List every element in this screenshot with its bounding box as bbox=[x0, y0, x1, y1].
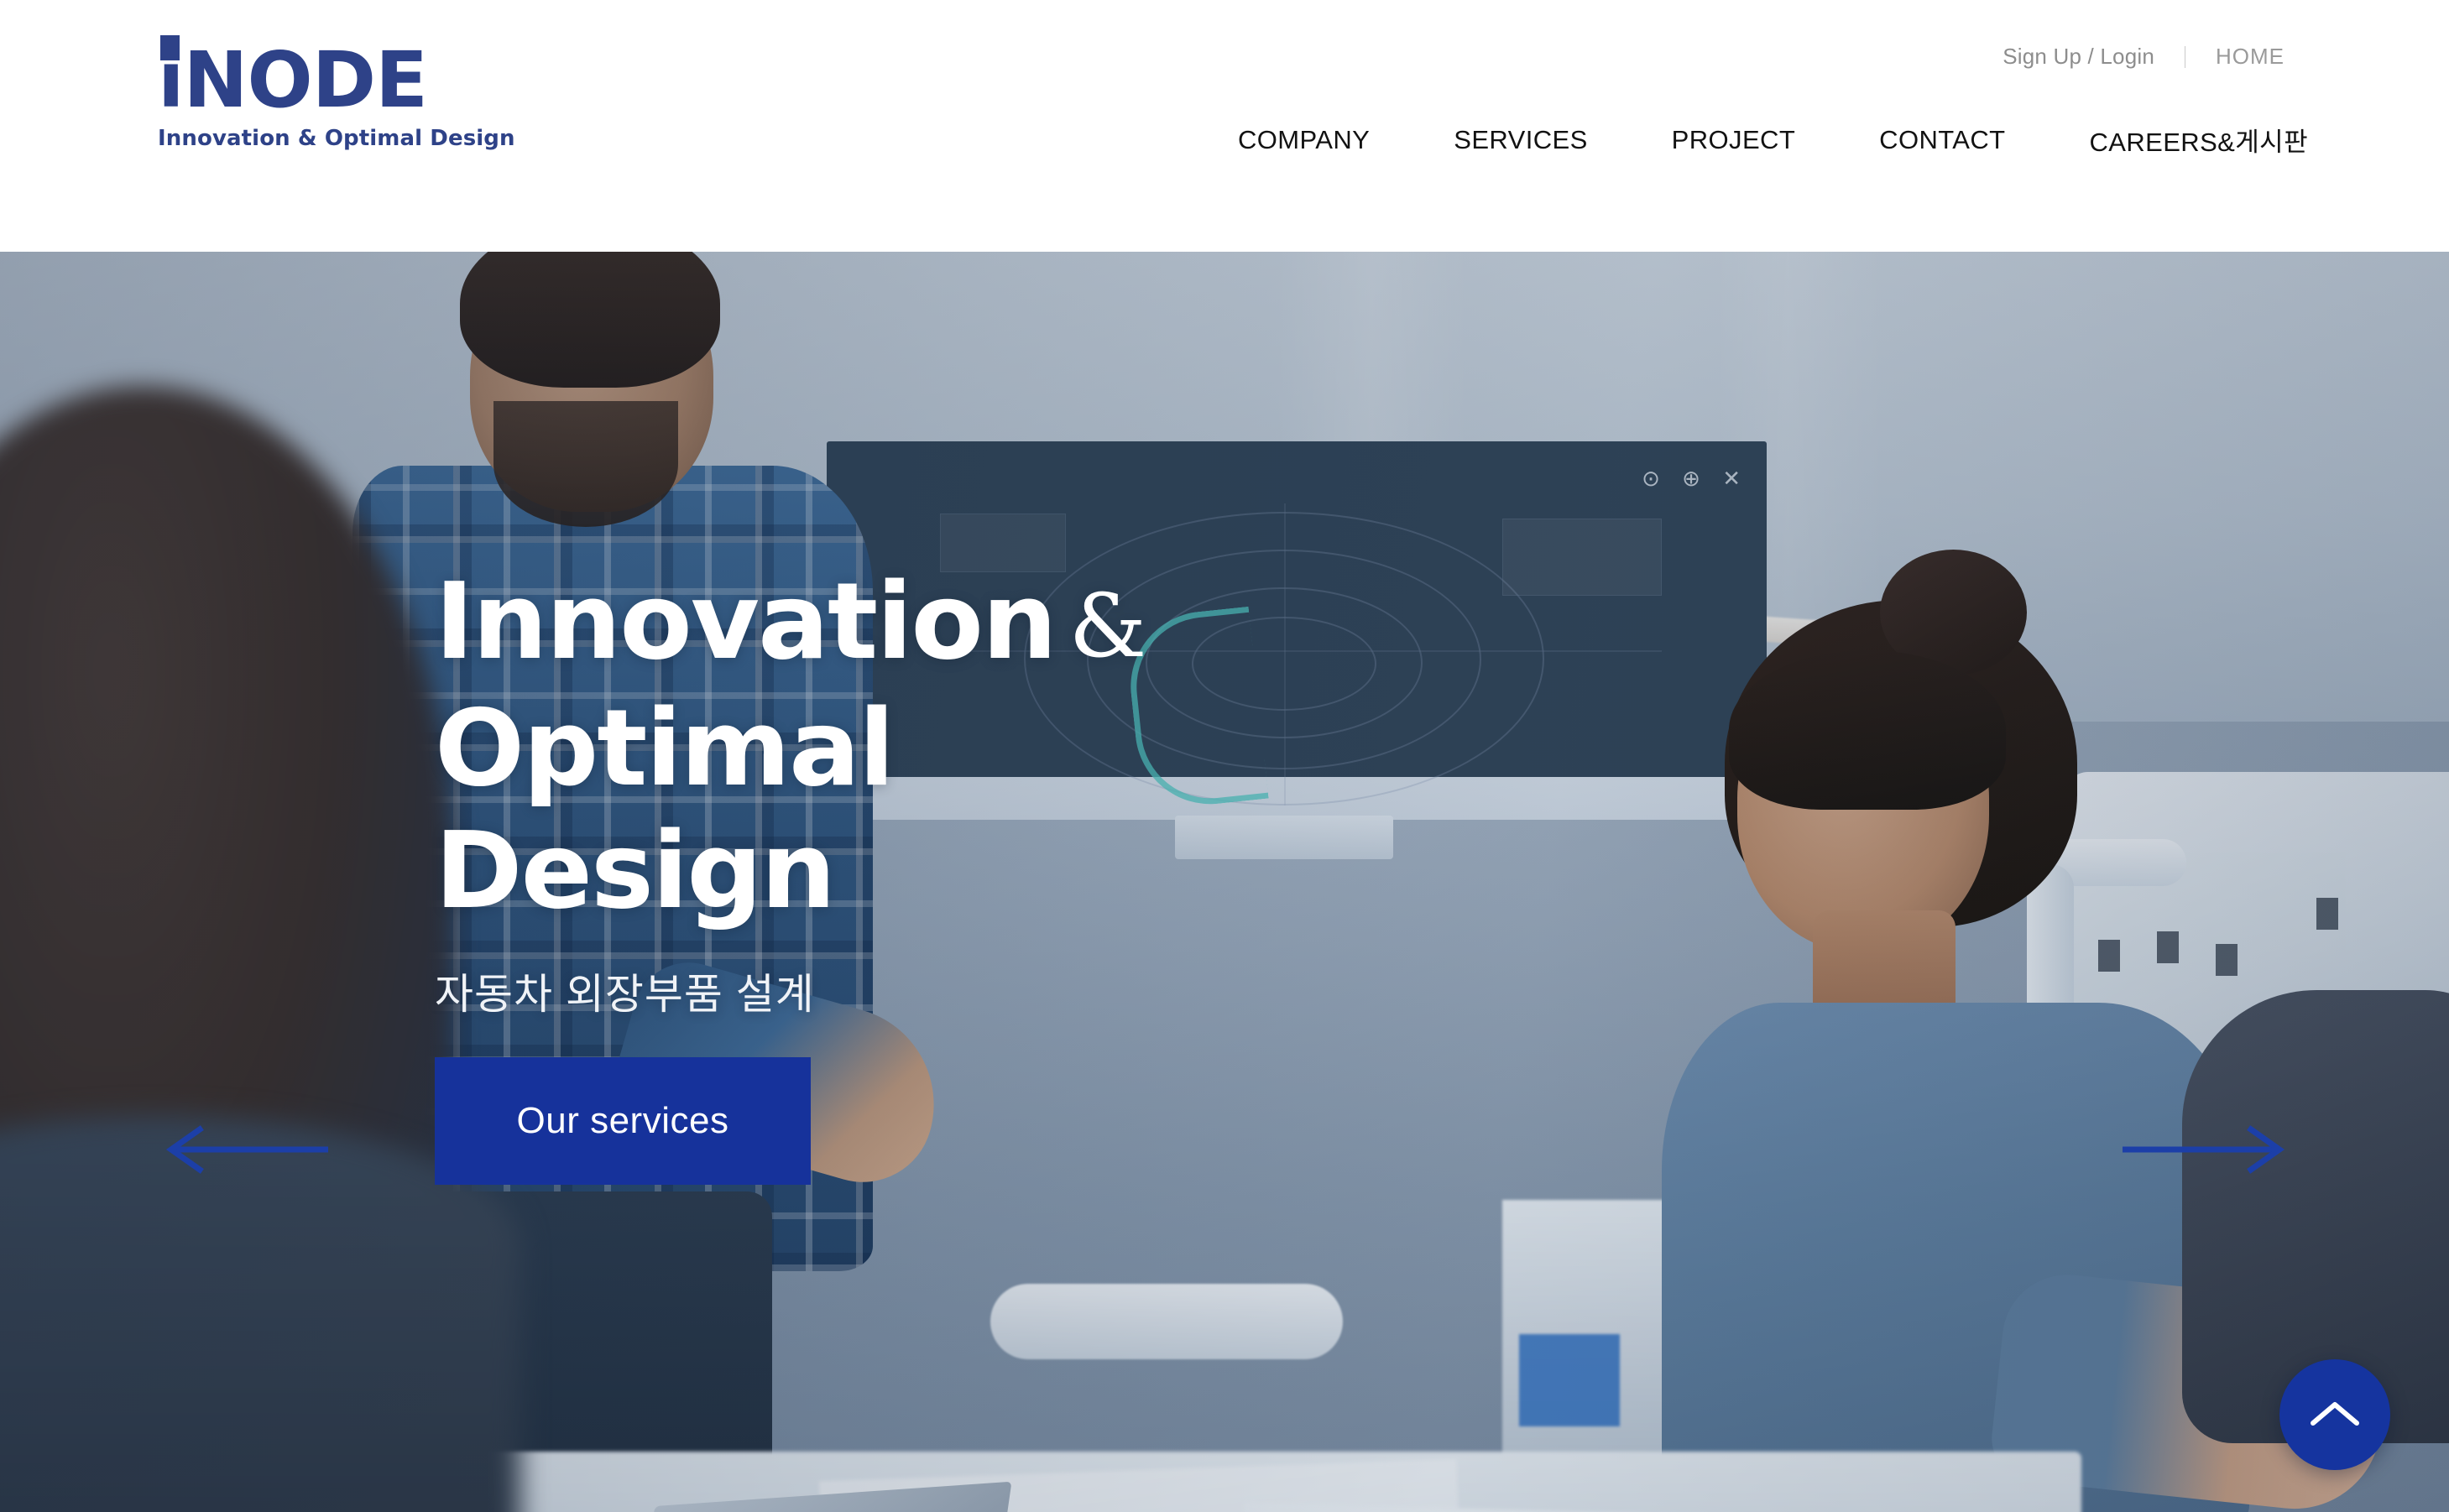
woman-hair-front bbox=[1729, 650, 2006, 810]
scroll-to-top-button[interactable] bbox=[2279, 1359, 2390, 1470]
signup-login-link[interactable]: Sign Up / Login bbox=[2003, 44, 2154, 70]
carousel-next-arrow-icon[interactable] bbox=[2122, 1124, 2286, 1175]
hero-content: Innovation & Optimal Design 자동차 외장부품 설계 O… bbox=[435, 560, 1610, 1185]
home-link[interactable]: HOME bbox=[2216, 44, 2285, 70]
utility-bar: Sign Up / Login HOME bbox=[2003, 44, 2285, 70]
site-logo[interactable]: iNODE Innovation & Optimal Design bbox=[158, 35, 515, 166]
carousel-prev-arrow-icon[interactable] bbox=[164, 1124, 329, 1175]
hero-subtitle: 자동차 외장부품 설계 bbox=[435, 971, 815, 1018]
logo-name: iNODE bbox=[158, 35, 428, 125]
logo-i-dot bbox=[160, 35, 180, 60]
hero-title-line-2: Optimal bbox=[435, 686, 895, 810]
logo-wordmark: iNODE bbox=[158, 35, 460, 121]
main-navigation: COMPANY SERVICES PROJECT CONTACT CAREERS… bbox=[1238, 116, 2308, 164]
cart-blue-box bbox=[1519, 1334, 1620, 1426]
nav-item-company[interactable]: COMPANY bbox=[1238, 120, 1370, 160]
logo-tagline: Innovation & Optimal Design bbox=[158, 126, 515, 151]
site-header: iNODE Innovation & Optimal Design Sign U… bbox=[0, 0, 2449, 252]
nav-item-contact[interactable]: CONTACT bbox=[1879, 120, 2005, 160]
engineer-beard bbox=[493, 401, 678, 527]
monitor-window-controls: ⊙ ⊕ ✕ bbox=[1642, 467, 1748, 492]
hero-title-ampersand: & bbox=[1068, 575, 1147, 677]
nav-item-services[interactable]: SERVICES bbox=[1454, 120, 1587, 160]
page-root: iNODE Innovation & Optimal Design Sign U… bbox=[0, 0, 2449, 1512]
workbench-object bbox=[990, 1284, 1343, 1359]
nav-item-careers[interactable]: CAREERS&게시판 bbox=[2089, 116, 2308, 164]
our-services-button[interactable]: Our services bbox=[435, 1057, 811, 1185]
hero-title-line-3: Design bbox=[435, 809, 836, 932]
hero-title-line-1: Innovation bbox=[435, 560, 1057, 683]
hero-title: Innovation & Optimal Design bbox=[435, 560, 1610, 932]
chevron-up-icon bbox=[2311, 1402, 2359, 1426]
our-services-label: Our services bbox=[516, 1100, 729, 1141]
engineer-hair bbox=[460, 252, 720, 388]
machine-indicator bbox=[2316, 898, 2338, 930]
hero-slider: ⊙ ⊕ ✕ Innovation & Optimal Design 자동차 외장… bbox=[0, 252, 2449, 1512]
nav-item-project[interactable]: PROJECT bbox=[1672, 120, 1795, 160]
